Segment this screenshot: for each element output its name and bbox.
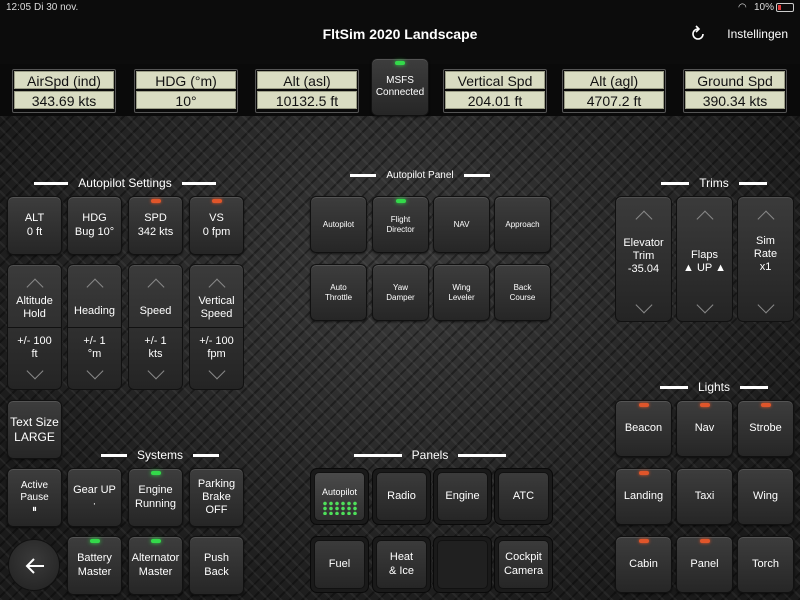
readout-value: 10°: [136, 91, 236, 109]
chevron-down-icon[interactable]: [696, 296, 713, 314]
vertical-speed-stepper[interactable]: Vertical Speed +/- 100 fpm: [189, 264, 244, 390]
readout-label: Vertical Spd: [445, 71, 545, 89]
msfs-connection-button[interactable]: MSFS Connected: [371, 58, 429, 116]
altitude-hold-stepper[interactable]: Altitude Hold +/- 100 ft: [7, 264, 62, 390]
text-size-button[interactable]: Text Size LARGE: [7, 400, 62, 459]
battery-master-button[interactable]: Battery Master: [67, 536, 122, 595]
light-cabin-button[interactable]: Cabin: [615, 536, 672, 593]
readout-heading: HDG (°m) 10°: [134, 69, 238, 113]
light-strobe-button[interactable]: Strobe: [737, 400, 794, 457]
sim-rate-stepper[interactable]: Sim Rate x1: [737, 196, 794, 322]
chevron-down-icon[interactable]: [635, 296, 652, 314]
active-pause-button[interactable]: Active Pause ⏸: [7, 468, 62, 527]
active-indicator: [321, 501, 358, 515]
readout-vertical-speed: Vertical Spd 204.01 ft: [443, 69, 547, 113]
parking-brake-button[interactable]: Parking Brake OFF: [189, 468, 244, 527]
ap-back-course-button[interactable]: Back Course: [494, 264, 551, 321]
push-back-button[interactable]: Push Back: [189, 536, 244, 595]
msfs-status: Connected: [375, 87, 425, 98]
ap-wing-leveler-button[interactable]: Wing Leveler: [433, 264, 490, 321]
trims-header: Trims: [644, 176, 784, 190]
top-bar: 12:05 Di 30 nov. ◠ 10% FltSim 2020 Lands…: [0, 0, 800, 64]
readout-strip: AirSpd (ind) 343.69 kts HDG (°m) 10° Alt…: [0, 58, 800, 116]
panel-radio-button[interactable]: Radio: [372, 468, 431, 525]
readout-value: 204.01 ft: [445, 91, 545, 109]
readout-alt-agl: Alt (agl) 4707.2 ft: [562, 69, 666, 113]
readout-value: 343.69 kts: [14, 91, 114, 109]
systems-header: Systems: [90, 448, 230, 462]
ap-vs-button[interactable]: VS 0 fpm: [189, 196, 244, 255]
chevron-up-icon[interactable]: [86, 278, 103, 296]
light-torch-button[interactable]: Torch: [737, 536, 794, 593]
readout-label: Ground Spd: [685, 71, 785, 89]
status-date: Di 30 nov.: [34, 2, 79, 13]
battery-icon: [776, 3, 794, 12]
chevron-down-icon[interactable]: [147, 362, 164, 380]
readout-label: HDG (°m): [136, 71, 236, 89]
wifi-icon: ◠: [738, 2, 747, 13]
heading-stepper[interactable]: Heading +/- 1 °m: [67, 264, 122, 390]
chevron-up-icon[interactable]: [696, 210, 713, 228]
panel-empty-slot: [433, 536, 492, 593]
ap-auto-throttle-button[interactable]: Auto Throttle: [310, 264, 367, 321]
speed-stepper[interactable]: Speed +/- 1 kts: [128, 264, 183, 390]
readout-ground-speed: Ground Spd 390.34 kts: [683, 69, 787, 113]
page-title: FltSim 2020 Landscape: [322, 26, 478, 42]
chevron-up-icon[interactable]: [26, 278, 43, 296]
light-wing-button[interactable]: Wing: [737, 468, 794, 525]
back-button[interactable]: [8, 539, 60, 591]
chevron-up-icon[interactable]: [147, 278, 164, 296]
readout-alt-asl: Alt (asl) 10132.5 ft: [255, 69, 359, 113]
ap-alt-button[interactable]: ALT 0 ft: [7, 196, 62, 255]
ap-approach-button[interactable]: Approach: [494, 196, 551, 253]
readout-label: Alt (agl): [564, 71, 664, 89]
light-nav-button[interactable]: Nav: [676, 400, 733, 457]
panels-header: Panels: [350, 448, 510, 462]
ap-yaw-damper-button[interactable]: Yaw Damper: [372, 264, 429, 321]
panel-heat-ice-button[interactable]: Heat & Ice: [372, 536, 431, 593]
msfs-label: MSFS: [386, 75, 414, 86]
autopilot-settings-header: Autopilot Settings: [20, 176, 230, 190]
chevron-down-icon[interactable]: [86, 362, 103, 380]
lights-header: Lights: [644, 380, 784, 394]
alternator-master-button[interactable]: Alternator Master: [128, 536, 183, 595]
readout-value: 4707.2 ft: [564, 91, 664, 109]
chevron-up-icon[interactable]: [635, 210, 652, 228]
ap-hdg-button[interactable]: HDG Bug 10°: [67, 196, 122, 255]
readout-label: Alt (asl): [257, 71, 357, 89]
ap-nav-button[interactable]: NAV: [433, 196, 490, 253]
readout-value: 390.34 kts: [685, 91, 785, 109]
panel-autopilot-button[interactable]: Autopilot: [310, 468, 369, 525]
chevron-up-icon[interactable]: [208, 278, 225, 296]
chevron-down-icon[interactable]: [208, 362, 225, 380]
elevator-trim-stepper[interactable]: Elevator Trim -35.04: [615, 196, 672, 322]
status-battery: 10%: [754, 2, 775, 13]
light-panel-button[interactable]: Panel: [676, 536, 733, 593]
light-beacon-button[interactable]: Beacon: [615, 400, 672, 457]
autopilot-panel-header: Autopilot Panel: [340, 168, 500, 182]
gear-button[interactable]: Gear UP ·: [67, 468, 122, 527]
light-landing-button[interactable]: Landing: [615, 468, 672, 525]
arrow-left-icon: [25, 558, 44, 574]
readout-airspeed: AirSpd (ind) 343.69 kts: [12, 69, 116, 113]
panel-cockpit-camera-button[interactable]: Cockpit Camera: [494, 536, 553, 593]
readout-value: 10132.5 ft: [257, 91, 357, 109]
ap-spd-button[interactable]: SPD 342 kts: [128, 196, 183, 255]
ap-flight-director-button[interactable]: Flight Director: [372, 196, 429, 253]
readout-label: AirSpd (ind): [14, 71, 114, 89]
settings-button[interactable]: Instellingen: [727, 27, 788, 41]
chevron-down-icon[interactable]: [757, 296, 774, 314]
status-time: 12:05: [6, 2, 32, 13]
chevron-up-icon[interactable]: [757, 210, 774, 228]
light-taxi-button[interactable]: Taxi: [676, 468, 733, 525]
chevron-down-icon[interactable]: [26, 362, 43, 380]
flaps-stepper[interactable]: Flaps ▲ UP ▲: [676, 196, 733, 322]
ap-autopilot-button[interactable]: Autopilot: [310, 196, 367, 253]
panel-atc-button[interactable]: ATC: [494, 468, 553, 525]
refresh-icon[interactable]: [688, 24, 708, 44]
engine-running-button[interactable]: Engine Running: [128, 468, 183, 527]
panel-fuel-button[interactable]: Fuel: [310, 536, 369, 593]
panel-engine-button[interactable]: Engine: [433, 468, 492, 525]
